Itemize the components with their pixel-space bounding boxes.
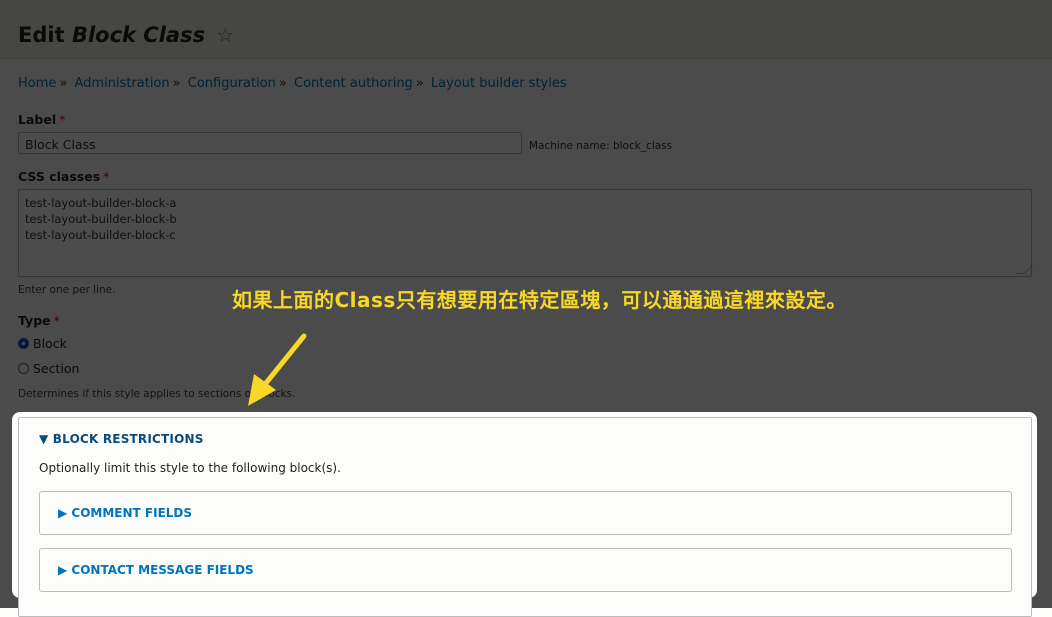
- type-label: Type *: [18, 313, 60, 328]
- breadcrumb-content-authoring[interactable]: Content authoring: [294, 76, 413, 91]
- breadcrumb-separator: »: [59, 76, 68, 91]
- required-marker: *: [103, 169, 110, 184]
- css-classes-textarea[interactable]: test-layout-builder-block-a test-layout-…: [18, 189, 1034, 277]
- breadcrumb-home[interactable]: Home: [18, 76, 56, 91]
- star-icon[interactable]: ☆: [216, 23, 234, 47]
- css-classes-label: CSS classes *: [18, 169, 109, 184]
- breadcrumb-separator: »: [172, 76, 181, 91]
- radio-label: Section: [33, 361, 80, 376]
- label-text: CSS classes: [18, 169, 101, 184]
- contact-message-fields-details[interactable]: ▶ CONTACT MESSAGE FIELDS: [39, 548, 1012, 592]
- page-title: Edit Block Class ☆: [18, 23, 234, 47]
- label-text: Type: [18, 313, 51, 328]
- machine-name: Machine name: block_class: [529, 140, 673, 152]
- title-prefix: Edit: [18, 23, 65, 47]
- title-entity: Block Class: [71, 23, 206, 47]
- block-restrictions-details: ▼ BLOCK RESTRICTIONS Optionally limit th…: [18, 417, 1032, 617]
- comment-fields-details[interactable]: ▶ COMMENT FIELDS: [39, 491, 1012, 535]
- breadcrumb-separator: »: [278, 76, 287, 91]
- required-marker: *: [59, 112, 66, 127]
- block-restrictions-summary[interactable]: ▼ BLOCK RESTRICTIONS: [39, 432, 204, 446]
- required-marker: *: [53, 313, 60, 328]
- contact-message-fields-summary[interactable]: ▶ CONTACT MESSAGE FIELDS: [58, 563, 254, 577]
- radio-label: Block: [33, 336, 67, 351]
- radio-checked-icon[interactable]: [18, 338, 29, 349]
- breadcrumb-administration[interactable]: Administration: [75, 76, 170, 91]
- breadcrumb-layout-builder-styles[interactable]: Layout builder styles: [431, 76, 567, 91]
- breadcrumb-configuration[interactable]: Configuration: [188, 76, 276, 91]
- block-restrictions-description: Optionally limit this style to the follo…: [39, 461, 341, 475]
- breadcrumb: Home» Administration» Configuration» Con…: [18, 76, 567, 91]
- comment-fields-summary[interactable]: ▶ COMMENT FIELDS: [58, 506, 192, 520]
- page-header: Edit Block Class ☆: [0, 0, 1052, 59]
- css-classes-value: test-layout-builder-block-a test-layout-…: [25, 196, 177, 242]
- radio-block[interactable]: Block: [18, 336, 67, 351]
- label-text: Label: [18, 112, 57, 127]
- label-input[interactable]: Block Class: [18, 132, 522, 154]
- annotation-arrow-icon: [248, 333, 307, 406]
- annotation-text: 如果上面的Class只有想要用在特定區塊，可以通通過這裡來設定。: [232, 288, 847, 312]
- radio-section[interactable]: Section: [18, 361, 79, 376]
- css-classes-help: Enter one per line.: [18, 284, 116, 296]
- label-field-label: Label *: [18, 112, 65, 127]
- resize-handle[interactable]: [1015, 265, 1034, 274]
- breadcrumb-separator: »: [415, 76, 424, 91]
- radio-unchecked-icon[interactable]: [18, 363, 29, 374]
